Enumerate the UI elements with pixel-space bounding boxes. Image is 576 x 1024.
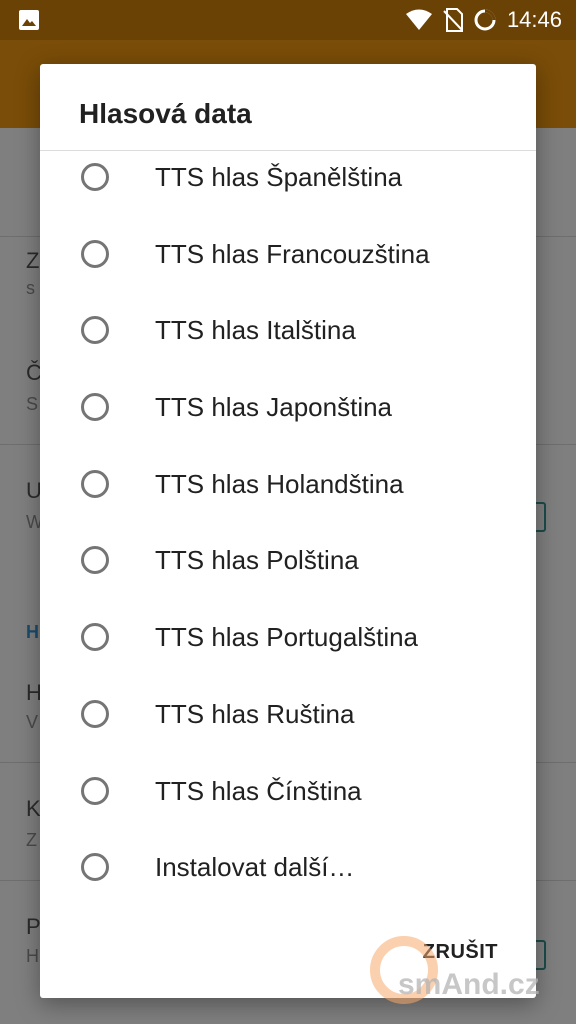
watermark-text: smAnd.cz (398, 968, 540, 1001)
radio-button[interactable] (81, 546, 109, 574)
option-label: TTS hlas Čínština (155, 776, 362, 806)
setting-subtitle: H (26, 946, 39, 966)
option-install-more[interactable]: Instalovat další… (40, 840, 536, 917)
radio-button[interactable] (81, 163, 109, 191)
option-japanese[interactable]: TTS hlas Japonština (40, 380, 536, 457)
radio-button[interactable] (81, 700, 109, 728)
section-header: H (26, 622, 39, 642)
radio-button[interactable] (81, 777, 109, 805)
option-portuguese[interactable]: TTS hlas Portugalština (40, 610, 536, 687)
option-label: TTS hlas Portugalština (155, 622, 419, 652)
option-russian[interactable]: TTS hlas Ruština (40, 687, 536, 764)
option-dutch[interactable]: TTS hlas Holandština (40, 457, 536, 534)
option-label: TTS hlas Japonština (155, 392, 393, 422)
voice-data-dialog: Hlasová data TTS hlas Španělština TTS hl… (40, 64, 536, 998)
wifi-icon (405, 9, 432, 30)
status-time: 14:46 (506, 7, 562, 32)
radio-button[interactable] (81, 393, 109, 421)
radio-button[interactable] (81, 240, 109, 268)
radio-button[interactable] (81, 316, 109, 344)
option-label: TTS hlas Ruština (155, 699, 355, 729)
radio-button[interactable] (81, 623, 109, 651)
setting-title: P (26, 914, 41, 939)
setting-subtitle: S (26, 394, 39, 414)
option-label: Instalovat další… (155, 852, 355, 882)
setting-title: Z (26, 248, 40, 273)
setting-subtitle: V (26, 712, 39, 732)
dialog-title: Hlasová data (79, 98, 252, 129)
option-label: TTS hlas Italština (155, 315, 356, 345)
image-icon (19, 10, 39, 30)
setting-subtitle: s (26, 278, 35, 298)
option-chinese[interactable]: TTS hlas Čínština (40, 764, 536, 841)
option-label: TTS hlas Francouzština (155, 239, 430, 269)
option-italian[interactable]: TTS hlas Italština (40, 303, 536, 380)
radio-button[interactable] (81, 853, 109, 881)
option-label: TTS hlas Holandština (155, 469, 404, 499)
setting-title: K (26, 796, 41, 821)
setting-subtitle: Z (26, 830, 37, 850)
option-label: TTS hlas Polština (155, 545, 359, 575)
option-polish[interactable]: TTS hlas Polština (40, 533, 536, 610)
no-sim-icon (443, 8, 463, 32)
radio-button[interactable] (81, 470, 109, 498)
loading-circle-icon (474, 9, 496, 31)
option-spanish[interactable]: TTS hlas Španělština (40, 150, 536, 227)
option-label: TTS hlas Španělština (155, 162, 403, 192)
option-french[interactable]: TTS hlas Francouzština (40, 227, 536, 304)
status-bar: 14:46 (0, 0, 576, 40)
